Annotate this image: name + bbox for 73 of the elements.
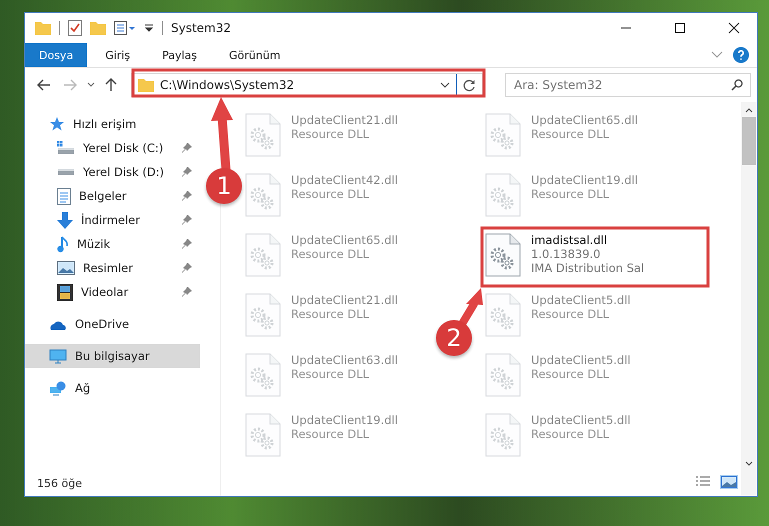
file-type: Resource DLL [531,127,610,141]
refresh-icon[interactable] [463,78,476,92]
properties-icon[interactable] [68,20,82,36]
file-type: Resource DLL [291,187,370,201]
view-options-icon[interactable] [114,21,136,35]
back-arrow-icon[interactable] [37,79,51,91]
pin-icon[interactable] [182,239,192,249]
window-title: System32 [171,21,232,35]
pin-icon[interactable] [182,191,192,201]
up-arrow-icon[interactable] [105,78,117,92]
sidebar-item[interactable]: Resimler [25,256,200,280]
customize-toolbar-icon[interactable] [144,23,154,33]
sidebar-item[interactable]: Yerel Disk (D:) [25,160,200,184]
file-version: 1.0.13839.0 [531,247,602,261]
scroll-up-icon[interactable] [745,108,753,113]
sidebar-item[interactable]: Hızlı erişim [25,112,200,136]
ribbon-tab[interactable]: Giriş [91,43,144,67]
dropdown-caret-icon[interactable] [440,82,450,88]
drive-icon [57,141,75,155]
address-bar[interactable]: C:\Windows\System32 [131,73,483,97]
sidebar-item[interactable]: Videolar [25,280,200,304]
file-type: Resource DLL [291,427,370,441]
sidebar-item[interactable]: Yerel Disk (C:) [25,136,200,160]
monitor-icon [49,348,67,364]
music-note-icon [57,236,69,252]
file-description: IMA Distribution Sal [531,261,644,275]
close-icon [728,22,740,34]
search-field[interactable]: Ara: System32 [505,73,751,97]
pin-icon[interactable] [182,143,192,153]
ribbon-tab[interactable]: Dosya [25,43,88,67]
sidebar-item[interactable]: Ağ [25,376,200,400]
search-icon [731,79,743,91]
expand-ribbon-icon[interactable] [711,51,723,59]
pin-icon[interactable] [182,215,192,225]
document-icon [57,188,71,204]
sidebar-item[interactable]: İndirmeler [25,208,200,232]
pin-icon[interactable] [182,287,192,297]
details-view-icon[interactable] [695,476,711,488]
scroll-down-icon[interactable] [745,461,753,466]
folder-icon [138,78,154,92]
sidebar-item[interactable]: OneDrive [25,312,200,336]
sidebar-item[interactable]: Belgeler [25,184,200,208]
picture-icon [57,261,75,275]
file-type: Resource DLL [531,367,610,381]
file-name[interactable]: imadistsal.dll [531,233,644,247]
sidebar-item[interactable]: Bu bilgisayar [25,344,200,368]
item-count: 156 öğe [36,477,83,492]
file-type: Resource DLL [291,127,370,141]
maximize-icon [674,22,686,34]
help-icon[interactable] [733,47,749,63]
pin-icon[interactable] [182,167,192,177]
ribbon-tab[interactable]: Görünüm [215,43,294,67]
dll-file-icon[interactable] [485,233,521,277]
star-icon [49,116,65,132]
file-type: Resource DLL [531,427,610,441]
recent-dropdown-icon[interactable] [87,82,95,88]
pin-icon[interactable] [182,263,192,273]
file-type: Resource DLL [531,307,610,321]
drive-icon [57,168,75,176]
file-type: Resource DLL [291,247,370,261]
scroll-thumb[interactable] [742,117,756,165]
file-type: Resource DLL [531,187,610,201]
download-arrow-icon [57,212,73,228]
file-type: Resource DLL [291,307,370,321]
file-type: Resource DLL [291,367,370,381]
minimize-icon [620,27,632,29]
large-icons-view-icon[interactable] [721,476,737,488]
sidebar-item[interactable]: Müzik [25,232,200,256]
ribbon-tab[interactable]: Paylaş [148,43,211,67]
forward-arrow-icon[interactable] [63,79,77,91]
scrollbar[interactable] [741,102,757,496]
film-strip-icon [57,284,73,300]
network-icon [49,380,67,396]
